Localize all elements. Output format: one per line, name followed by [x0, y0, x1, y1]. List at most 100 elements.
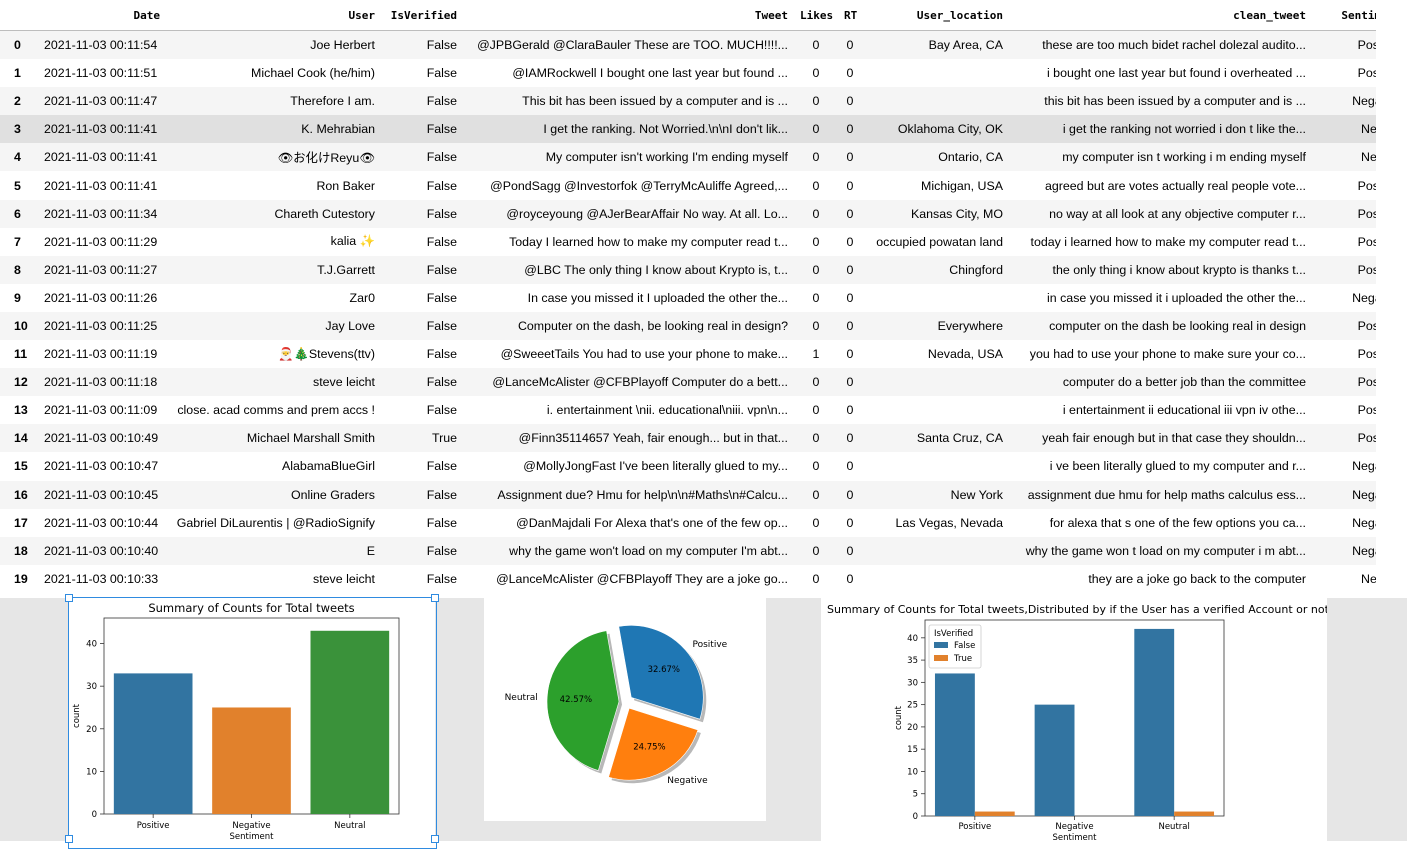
table-cell-date: 2021-11-03 00:11:27	[44, 262, 158, 277]
table-row[interactable]: 9 2021-11-03 00:11:26 Zar0 False In case you…	[0, 284, 1407, 312]
resize-handle[interactable]	[65, 594, 73, 602]
table-row[interactable]: 5 2021-11-03 00:11:41 Ron Baker False @PondS…	[0, 171, 1407, 199]
table-cell-tweet: I get the ranking. Not Worried.\n\nI don…	[543, 122, 788, 137]
table-cell-idx: 15	[14, 459, 28, 474]
resize-handle[interactable]	[431, 594, 439, 602]
table-cell-verified: False	[426, 262, 457, 277]
table-cell-loc: Chingford	[949, 262, 1003, 277]
table-cell-clean: in case you missed it i uploaded the oth…	[1047, 290, 1306, 305]
table-cell-loc: Santa Cruz, CA	[916, 431, 1003, 446]
table-cell-verified: False	[426, 459, 457, 474]
table-cell-user: Gabriel DiLaurentis | @RadioSignify	[176, 515, 375, 530]
table-cell-rt: 0	[846, 94, 854, 109]
table-row[interactable]: 12 2021-11-03 00:11:18 steve leicht False @L…	[0, 368, 1407, 397]
table-cell-user: Zar0	[349, 290, 375, 305]
table-cell-tweet: @LBC The only thing I know about Krypto …	[524, 262, 788, 277]
table-cell-verified: False	[426, 290, 457, 305]
table-cell-clean: why the game won t load on my computer i…	[1025, 543, 1306, 558]
resize-handle[interactable]	[431, 835, 439, 843]
table-cell-user: Online Graders	[290, 487, 375, 502]
table-cell-idx: 1	[14, 66, 21, 81]
table-cell-idx: 6	[14, 206, 21, 221]
resize-handle[interactable]	[65, 835, 73, 843]
table-cell-likes: 0	[812, 150, 820, 165]
table-cell-likes: 0	[812, 403, 820, 418]
table-cell-verified: False	[426, 543, 457, 558]
table-cell-loc	[862, 368, 1009, 396]
table-cell-clean: yeah fair enough but in that case they s…	[1042, 431, 1306, 446]
table-cell-clean: i ve been literally glued to my computer…	[1049, 459, 1306, 474]
table-cell-likes: 0	[812, 431, 820, 446]
table-cell-user: T.J.Garrett	[317, 262, 375, 277]
table-cell-rt: 0	[846, 206, 854, 221]
table-cell-verified: False	[426, 150, 457, 165]
table-row[interactable]: 18 2021-11-03 00:10:40 E False why the game …	[0, 536, 1407, 565]
table-cell-date: 2021-11-03 00:10:40	[44, 543, 159, 558]
table-cell-idx: 11	[14, 347, 28, 362]
table-row[interactable]: 13 2021-11-03 00:11:09 close. acad comms a…	[0, 396, 1407, 424]
table-cell-user: E	[366, 543, 375, 558]
grouped-bar-chart-panel: Summary of Counts for Total tweets,Distr…	[821, 598, 1330, 843]
legend-entry: False	[954, 641, 975, 651]
table-cell-user: Jay Love	[325, 318, 375, 333]
table-cell-clean: for alexa that s one of the few options …	[1049, 515, 1306, 530]
table-row[interactable]: 19 2021-11-03 00:10:33 steve leicht False @L…	[0, 565, 1407, 593]
table-cell-idx: 3	[14, 122, 21, 137]
table-cell-loc	[862, 537, 1009, 565]
table-cell-verified: False	[426, 66, 457, 81]
table-row[interactable]: 3 2021-11-03 00:11:41 K. Mehrabian False I g…	[0, 115, 1407, 144]
table-row[interactable]: 7 2021-11-03 00:11:29 kalia ✨ False Today I …	[0, 228, 1407, 256]
table-cell-idx: 9	[14, 290, 21, 305]
table-row[interactable]: 8 2021-11-03 00:11:27 T.J.Garrett False @LBC…	[0, 255, 1407, 284]
y-tick-label: 35	[907, 656, 918, 666]
table-row[interactable]: 4 2021-11-03 00:11:41 👁お化けReyu👁 False My com…	[0, 143, 1407, 172]
slice-label: Positive	[692, 640, 727, 650]
table-row[interactable]: 17 2021-11-03 00:10:44 Gabriel DiLaurentis…	[0, 509, 1407, 537]
table-cell-clean: these are too much bidet rachel dolezal …	[1042, 38, 1306, 53]
table-cell-clean: today i learned how to make my computer …	[1030, 234, 1306, 249]
table-cell-idx: 12	[14, 375, 28, 390]
table-cell-clean: i entertainment ii educational iii vpn i…	[1062, 403, 1306, 418]
table-cell-likes: 0	[812, 66, 820, 81]
column-header: Date	[38, 0, 166, 31]
pct-label: 32.67%	[648, 665, 680, 675]
table-row[interactable]: 11 2021-11-03 00:11:19 🎅🎄Stevens(ttv) False…	[0, 340, 1407, 368]
y-tick-label: 25	[907, 701, 918, 711]
table-cell-tweet: This bit has been issued by a computer a…	[522, 94, 788, 109]
table-cell-date: 2021-11-03 00:11:41	[44, 150, 158, 165]
table-cell-date: 2021-11-03 00:10:33	[44, 571, 159, 586]
table-cell-tweet: @PondSagg @Investorfok @TerryMcAuliffe A…	[490, 178, 788, 193]
y-tick-label: 20	[907, 723, 918, 733]
table-row[interactable]: 0 2021-11-03 00:11:54 Joe Herbert False @JPB…	[0, 30, 1407, 60]
table-row[interactable]: 6 2021-11-03 00:11:34 Chareth Cutestory Fal…	[0, 199, 1407, 228]
table-cell-clean: you had to use your phone to make sure y…	[1029, 347, 1306, 362]
right-margin	[1376, 0, 1407, 598]
table-row[interactable]: 15 2021-11-03 00:10:47 AlabamaBlueGirl Fals…	[0, 452, 1407, 480]
table-row[interactable]: 1 2021-11-03 00:11:51 Michael Cook (he/him…	[0, 59, 1407, 87]
table-row[interactable]: 16 2021-11-03 00:10:45 Online Graders False…	[0, 480, 1407, 509]
table-row[interactable]: 14 2021-11-03 00:10:49 Michael Marshall Sm…	[0, 424, 1407, 453]
y-axis-label: count	[894, 705, 904, 730]
image-selection-box[interactable]	[68, 597, 437, 849]
table-row[interactable]: 10 2021-11-03 00:11:25 Jay Love False Comput…	[0, 311, 1407, 341]
table-cell-verified: False	[426, 347, 457, 362]
table-cell-verified: False	[426, 206, 457, 221]
table-cell-date: 2021-11-03 00:11:25	[44, 318, 158, 333]
table-cell-idx: 14	[14, 431, 28, 446]
table-cell-loc	[862, 284, 1009, 312]
table-row[interactable]: 2 2021-11-03 00:11:47 Therefore I am. False…	[0, 87, 1407, 116]
table-cell-clean: no way at all look at any objective comp…	[1049, 206, 1306, 221]
table-cell-tweet: why the game won't load on my computer I…	[509, 543, 788, 558]
table-cell-loc: Nevada, USA	[927, 347, 1003, 362]
column-header: User_location	[862, 0, 1009, 31]
table-cell-idx: 5	[14, 178, 21, 193]
table-cell-idx: 0	[14, 38, 21, 53]
pie-chart: 32.67% Positive 24.75% Negative 42.57% Neutra…	[505, 625, 728, 786]
pct-label: 42.57%	[560, 695, 592, 705]
table-cell-tweet: @IAMRockwell I bought one last year but …	[512, 66, 788, 81]
table-cell-tweet: Today I learned how to make my computer …	[509, 234, 788, 249]
table-cell-rt: 0	[846, 347, 854, 362]
table-cell-likes: 0	[812, 375, 820, 390]
table-cell-date: 2021-11-03 00:10:44	[44, 515, 159, 530]
table-cell-idx: 4	[14, 150, 21, 165]
